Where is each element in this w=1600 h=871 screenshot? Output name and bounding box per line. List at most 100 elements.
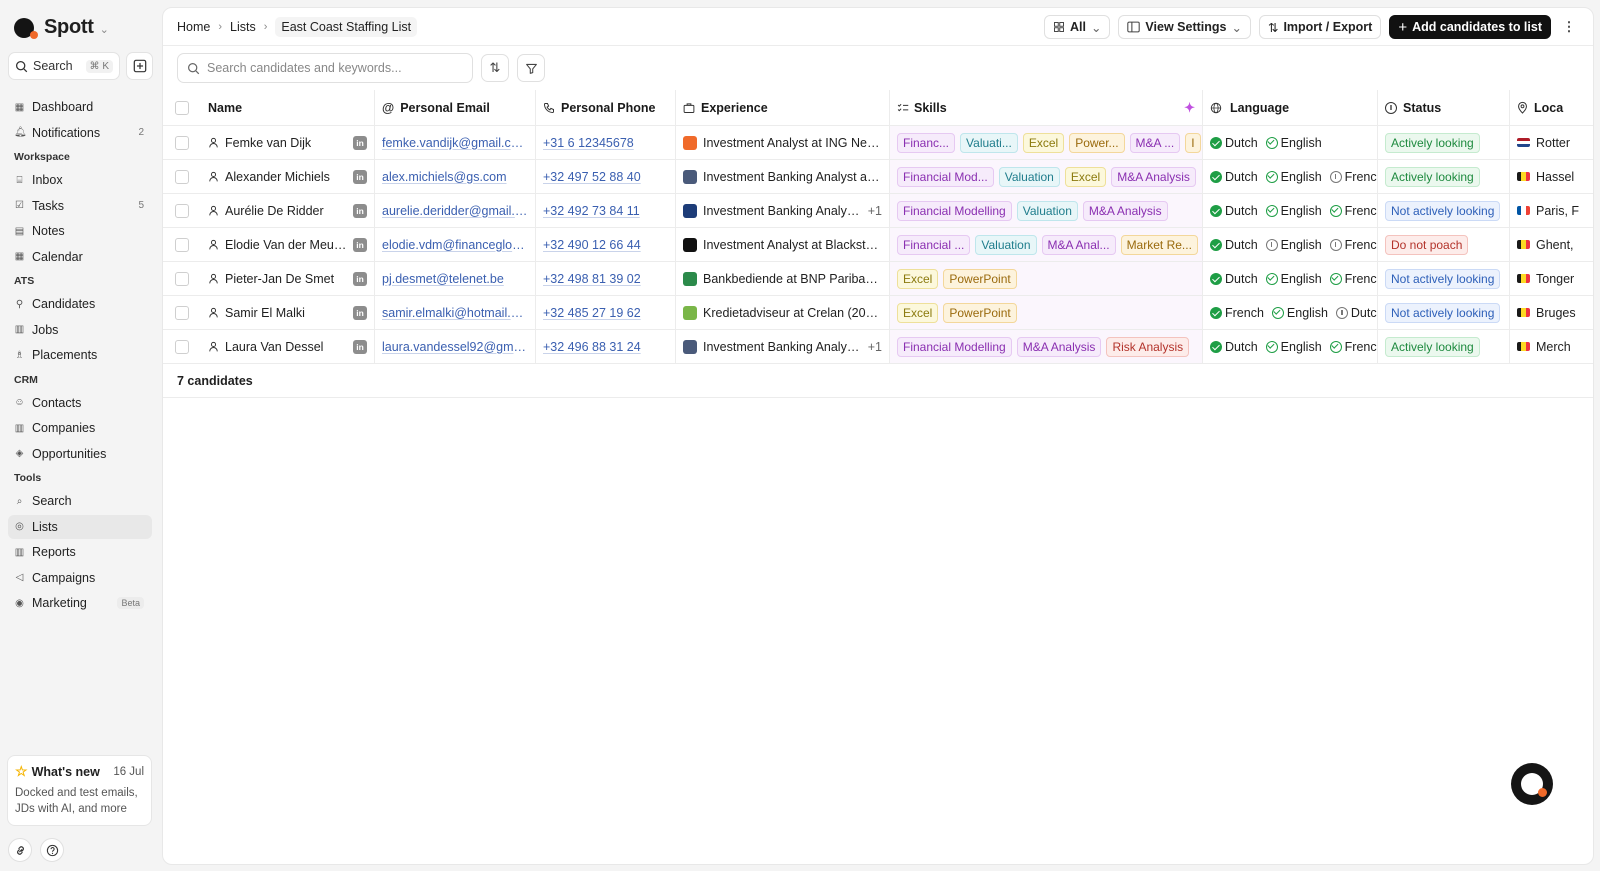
- column-header-email[interactable]: @ Personal Email: [375, 90, 536, 125]
- row-checkbox[interactable]: [175, 237, 189, 252]
- status-badge[interactable]: Not actively looking: [1385, 302, 1501, 323]
- sidebar-search[interactable]: Search ⌘ K: [8, 52, 120, 80]
- name-cell[interactable]: Femke van Dijk in: [201, 126, 375, 159]
- status-badge[interactable]: Not actively looking: [1385, 268, 1501, 289]
- candidate-name[interactable]: Pieter-Jan De Smet: [225, 272, 334, 286]
- email-link[interactable]: elodie.vdm@financeglob...: [382, 238, 528, 252]
- status-cell[interactable]: Actively looking: [1378, 330, 1510, 363]
- skills-cell[interactable]: Excel PowerPoint: [890, 296, 1203, 329]
- table-row[interactable]: Samir El Malki in samir.elmalki@hotmail.co…: [163, 296, 1593, 330]
- sidebar-item-candidates[interactable]: ⚲ Candidates: [8, 292, 152, 316]
- skills-cell[interactable]: Financial Modelling Valuation M&A Analysis: [890, 194, 1203, 227]
- language-cell[interactable]: Dutch English: [1203, 126, 1378, 159]
- sidebar-item-contacts[interactable]: ☺ Contacts: [8, 391, 152, 415]
- table-row[interactable]: Pieter-Jan De Smet in pj.desmet@telenet.be…: [163, 262, 1593, 296]
- breadcrumb-home[interactable]: Home: [177, 20, 210, 34]
- status-cell[interactable]: Not actively looking: [1378, 194, 1510, 227]
- sidebar-item-reports[interactable]: ▥ Reports: [8, 540, 152, 564]
- skills-cell[interactable]: Financial ... Valuation M&A Anal... Market …: [890, 228, 1203, 261]
- filter-button[interactable]: [517, 54, 545, 82]
- name-cell[interactable]: Elodie Van der Meulen in: [201, 228, 375, 261]
- phone-link[interactable]: +32 485 27 19 62: [543, 306, 641, 320]
- column-header-skills[interactable]: Skills ✦: [890, 90, 1203, 125]
- name-cell[interactable]: Aurélie De Ridder in: [201, 194, 375, 227]
- chat-launcher-button[interactable]: [1511, 763, 1553, 805]
- status-cell[interactable]: Do not poach: [1378, 228, 1510, 261]
- experience-cell[interactable]: Investment Analyst at Blackston...: [676, 228, 890, 261]
- column-header-phone[interactable]: Personal Phone: [536, 90, 676, 125]
- status-cell[interactable]: Not actively looking: [1378, 296, 1510, 329]
- status-badge[interactable]: Not actively looking: [1385, 200, 1501, 221]
- language-cell[interactable]: Dutch English Frenc: [1203, 160, 1378, 193]
- sidebar-item-jobs[interactable]: ▥ Jobs: [8, 318, 152, 342]
- phone-link[interactable]: +31 6 12345678: [543, 136, 634, 150]
- sidebar-item-notes[interactable]: ▤ Notes: [8, 219, 152, 243]
- linkedin-icon[interactable]: in: [353, 305, 367, 320]
- candidate-name[interactable]: Alexander Michiels: [225, 170, 330, 184]
- name-cell[interactable]: Samir El Malki in: [201, 296, 375, 329]
- skills-cell[interactable]: Financial Mod... Valuation Excel M&A Analys…: [890, 160, 1203, 193]
- sidebar-item-tasks[interactable]: ☑ Tasks 5: [8, 194, 152, 218]
- phone-link[interactable]: +32 490 12 66 44: [543, 238, 641, 252]
- sidebar-item-calendar[interactable]: ▦ Calendar: [8, 245, 152, 269]
- language-cell[interactable]: Dutch English Frenc: [1203, 262, 1378, 295]
- sort-button[interactable]: ⇅: [481, 54, 509, 82]
- sidebar-item-notifications[interactable]: 🔔︎ Notifications 2: [8, 121, 152, 145]
- experience-cell[interactable]: Investment Banking Analys... +1: [676, 194, 890, 227]
- language-cell[interactable]: French English Dutc: [1203, 296, 1378, 329]
- sidebar-item-search[interactable]: ⌕ Search: [8, 489, 152, 513]
- row-checkbox[interactable]: [175, 271, 189, 286]
- sidebar-item-campaigns[interactable]: ◁ Campaigns: [8, 566, 152, 590]
- table-row[interactable]: Laura Van Dessel in laura.vandessel92@gmai…: [163, 330, 1593, 364]
- phone-link[interactable]: +32 497 52 88 40: [543, 170, 641, 184]
- whats-new-card[interactable]: ☆ What's new 16 Jul Docked and test emai…: [7, 755, 152, 826]
- breadcrumb-lists[interactable]: Lists: [230, 20, 256, 34]
- phone-link[interactable]: +32 498 81 39 02: [543, 272, 641, 286]
- row-checkbox[interactable]: [175, 203, 189, 218]
- status-cell[interactable]: Actively looking: [1378, 160, 1510, 193]
- row-checkbox[interactable]: [175, 339, 189, 354]
- row-checkbox[interactable]: [175, 305, 189, 320]
- sidebar-item-dashboard[interactable]: ▦ Dashboard: [8, 95, 152, 119]
- name-cell[interactable]: Pieter-Jan De Smet in: [201, 262, 375, 295]
- linkedin-icon[interactable]: in: [353, 135, 367, 150]
- name-cell[interactable]: Laura Van Dessel in: [201, 330, 375, 363]
- status-badge[interactable]: Actively looking: [1385, 132, 1480, 153]
- row-checkbox[interactable]: [175, 135, 189, 150]
- email-link[interactable]: alex.michiels@gs.com: [382, 170, 507, 184]
- email-link[interactable]: aurelie.deridder@gmail.c...: [382, 204, 528, 218]
- sidebar-item-placements[interactable]: ♗ Placements: [8, 343, 152, 367]
- experience-more-count[interactable]: +1: [868, 340, 882, 354]
- skills-cell[interactable]: Financial Modelling M&A Analysis Risk Anal…: [890, 330, 1203, 363]
- email-link[interactable]: femke.vandijk@gmail.com: [382, 136, 528, 150]
- table-row[interactable]: Alexander Michiels in alex.michiels@gs.com…: [163, 160, 1593, 194]
- linkedin-icon[interactable]: in: [353, 271, 367, 286]
- candidate-search-input[interactable]: Search candidates and keywords...: [177, 53, 473, 83]
- sidebar-item-inbox[interactable]: ⌸ Inbox: [8, 168, 152, 192]
- view-filter-dropdown[interactable]: All ⌄: [1043, 15, 1111, 39]
- more-options-icon[interactable]: ⋮: [1559, 15, 1579, 39]
- sidebar-item-lists[interactable]: ◎ Lists: [8, 514, 152, 539]
- candidate-name[interactable]: Laura Van Dessel: [225, 340, 323, 354]
- language-cell[interactable]: Dutch English Frenc: [1203, 330, 1378, 363]
- workspace-switcher[interactable]: Spott ⌄: [14, 16, 109, 39]
- table-row[interactable]: Aurélie De Ridder in aurelie.deridder@gmai…: [163, 194, 1593, 228]
- table-row[interactable]: Elodie Van der Meulen in elodie.vdm@financ…: [163, 228, 1593, 262]
- status-cell[interactable]: Not actively looking: [1378, 262, 1510, 295]
- skills-cell[interactable]: Financ... Valuati... Excel Power... M&A ... I: [890, 126, 1203, 159]
- email-link[interactable]: samir.elmalki@hotmail.com: [382, 306, 528, 320]
- column-header-status[interactable]: Status: [1378, 90, 1510, 125]
- name-cell[interactable]: Alexander Michiels in: [201, 160, 375, 193]
- skills-cell[interactable]: Excel PowerPoint: [890, 262, 1203, 295]
- import-export-button[interactable]: ⇅ Import / Export: [1258, 15, 1382, 39]
- sidebar-item-marketing[interactable]: ◉ Marketing Beta: [8, 591, 152, 615]
- candidate-name[interactable]: Elodie Van der Meulen: [225, 238, 347, 252]
- column-header-language[interactable]: Language: [1203, 90, 1378, 125]
- experience-cell[interactable]: Investment Banking Analys... +1: [676, 330, 890, 363]
- view-settings-button[interactable]: View Settings ⌄: [1118, 15, 1251, 39]
- candidate-name[interactable]: Samir El Malki: [225, 306, 305, 320]
- experience-cell[interactable]: Investment Banking Analyst at ...: [676, 160, 890, 193]
- linkedin-icon[interactable]: in: [353, 169, 367, 184]
- email-link[interactable]: pj.desmet@telenet.be: [382, 272, 504, 286]
- experience-cell[interactable]: Investment Analyst at ING Nede...: [676, 126, 890, 159]
